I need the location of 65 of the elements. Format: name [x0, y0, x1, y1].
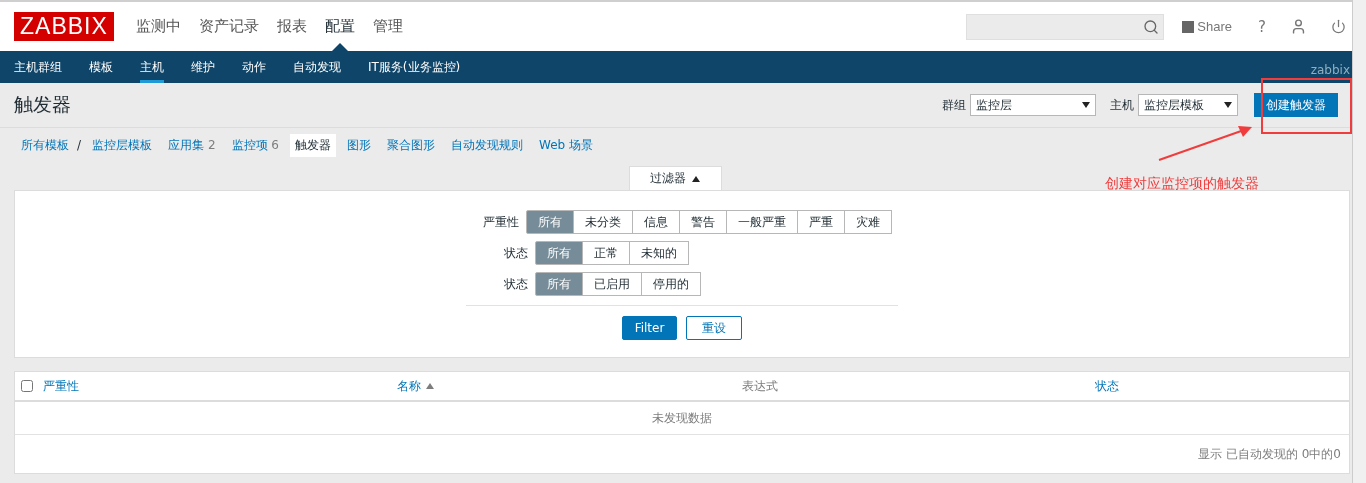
- filter-button[interactable]: Filter: [621, 316, 678, 340]
- breadcrumb-link[interactable]: 所有模板: [16, 133, 74, 157]
- breadcrumb-link[interactable]: 应用集 2: [163, 133, 221, 157]
- column-header[interactable]: 名称: [397, 377, 434, 395]
- submenu-item[interactable]: 主机群组: [14, 51, 62, 83]
- filter-option[interactable]: 信息: [632, 210, 680, 234]
- scrollbar[interactable]: [1352, 0, 1366, 483]
- group-label: 群组: [942, 96, 966, 114]
- host-select[interactable]: 监控层模板: [1138, 94, 1238, 116]
- user-name: zabbix: [1310, 62, 1350, 76]
- breadcrumb-link[interactable]: Web 场景: [534, 133, 598, 157]
- filter-option[interactable]: 停用的: [641, 272, 701, 296]
- filter-option[interactable]: 严重: [797, 210, 845, 234]
- search-field[interactable]: [966, 13, 1165, 40]
- page-title: 触发器: [14, 92, 72, 117]
- main-menu-item[interactable]: 监测中: [135, 2, 181, 51]
- main-menu-item[interactable]: 报表: [276, 2, 307, 51]
- filter-option[interactable]: 已启用: [582, 272, 642, 296]
- user-icon: [1290, 18, 1307, 35]
- logout-link[interactable]: [1331, 19, 1346, 34]
- empty-message: 未发现数据: [652, 409, 712, 427]
- search-icon[interactable]: [1143, 18, 1160, 35]
- submenu-item[interactable]: 动作: [242, 51, 266, 83]
- breadcrumb-link[interactable]: 监控项 6: [226, 133, 284, 157]
- column-title: 表达式: [742, 377, 778, 395]
- submenu-item[interactable]: 主机: [140, 51, 164, 83]
- caret-icon: [1082, 102, 1090, 108]
- submenu-item[interactable]: 模板: [89, 51, 113, 83]
- breadcrumb-link[interactable]: 聚合图形: [382, 133, 440, 157]
- breadcrumb-link[interactable]: 自动发现规则: [446, 133, 528, 157]
- filter-option[interactable]: 警告: [679, 210, 727, 234]
- select-all-checkbox[interactable]: [21, 380, 33, 392]
- breadcrumb-separator: /: [77, 138, 82, 152]
- filter-label: 严重性: [482, 213, 519, 231]
- filter-label: 状态: [503, 244, 528, 262]
- profile-link[interactable]: [1290, 18, 1307, 35]
- column-header[interactable]: 状态: [1095, 377, 1119, 395]
- main-menu-item[interactable]: 资产记录: [198, 2, 259, 51]
- filter-tab[interactable]: 过滤器: [628, 166, 722, 190]
- column-header[interactable]: 严重性: [43, 377, 79, 395]
- filter-option[interactable]: 正常: [582, 241, 630, 265]
- share-link[interactable]: Share: [1182, 19, 1233, 34]
- main-menu-item[interactable]: 管理: [372, 2, 403, 51]
- breadcrumb-link[interactable]: 触发器: [290, 133, 336, 157]
- power-icon: [1331, 19, 1346, 34]
- help-link[interactable]: ?: [1258, 17, 1266, 36]
- filter-option[interactable]: 一般严重: [726, 210, 798, 234]
- filter-option[interactable]: 未知的: [629, 241, 689, 265]
- submenu-item[interactable]: 自动发现: [293, 51, 341, 83]
- filter-option[interactable]: 灾难: [844, 210, 892, 234]
- table-footer-text: 显示 已自动发现的 0中的0: [1198, 445, 1341, 463]
- filter-label: 状态: [503, 275, 528, 293]
- caret-icon: [1224, 102, 1232, 108]
- group-select[interactable]: 监控层: [970, 94, 1096, 116]
- breadcrumb-link[interactable]: 监控层模板: [87, 133, 158, 157]
- annotation-text: 创建对应监控项的触发器: [1105, 175, 1259, 193]
- reset-button[interactable]: 重设: [686, 316, 743, 340]
- host-label: 主机: [1110, 96, 1134, 114]
- submenu-item[interactable]: 维护: [191, 51, 215, 83]
- breadcrumb-link[interactable]: 图形: [342, 133, 376, 157]
- submenu-item[interactable]: IT服务(业务监控): [368, 51, 461, 83]
- create-trigger-button[interactable]: 创建触发器: [1254, 93, 1338, 117]
- filter-option[interactable]: 未分类: [573, 210, 633, 234]
- main-menu-item[interactable]: 配置: [324, 2, 355, 51]
- zabbix-logo[interactable]: ZABBIX: [14, 12, 114, 41]
